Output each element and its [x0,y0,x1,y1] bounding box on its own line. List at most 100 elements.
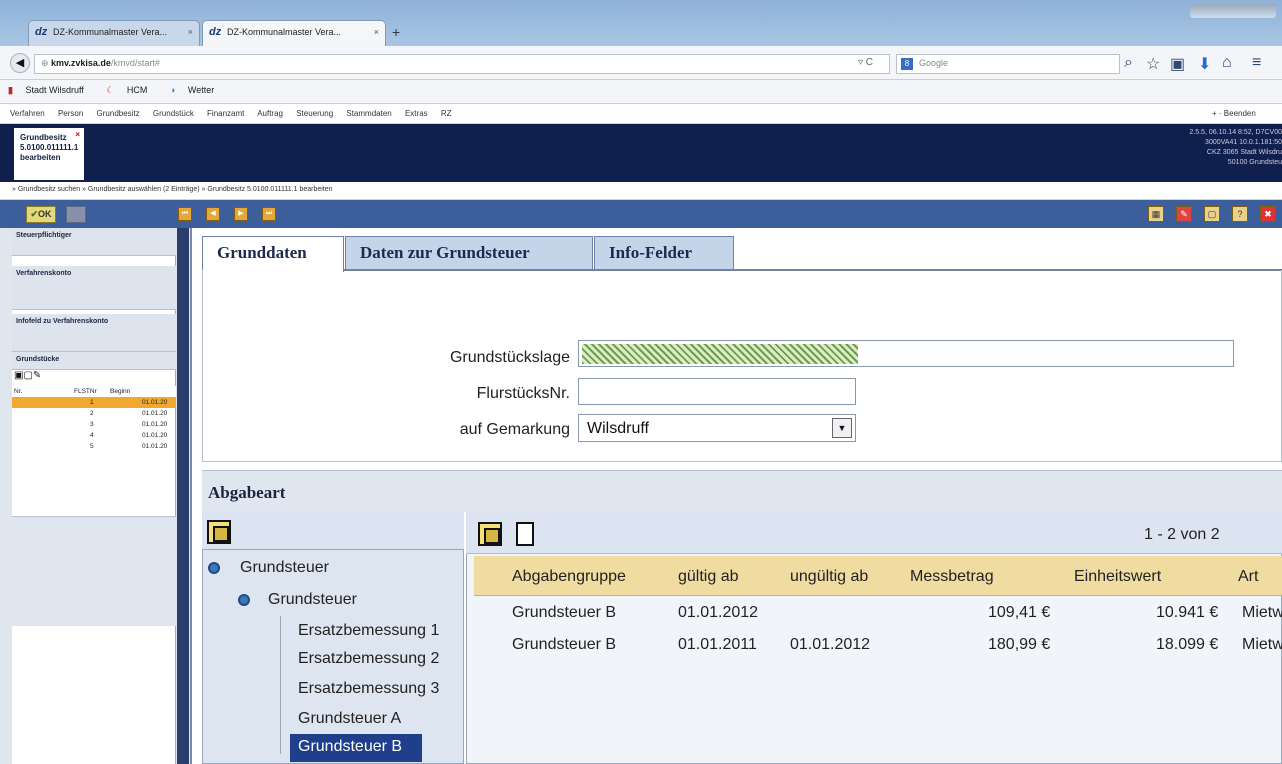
column-header-gueltig-ab[interactable]: gültig ab [678,568,739,586]
section-verfahrenskonto[interactable]: Verfahrenskonto [12,266,176,310]
url-domain: kmv.zvkisa.de [51,58,111,68]
panel-splitter[interactable] [177,228,189,764]
column-header-messbetrag[interactable]: Messbetrag [910,568,994,586]
menu-steuerung[interactable]: Steuerung [296,109,333,118]
tree-item-ersatzbemessung-1[interactable]: Ersatzbemessung 1 [298,622,439,640]
document-tab[interactable]: × Grundbesitz 5.0100.011111.1 bearbeiten [14,128,84,180]
edit-icon[interactable]: ✎ [1176,206,1192,222]
table-row[interactable]: 1 01.01.20 [12,397,176,408]
column-header-art[interactable]: Art [1238,568,1258,586]
column-header-einheitswert[interactable]: Einheitswert [1074,568,1161,586]
menu-extras[interactable]: Extras [405,109,428,118]
new-document-icon[interactable] [516,522,534,546]
star-icon[interactable]: ☆ [1146,54,1160,74]
document-icon[interactable]: ▢ [1204,206,1220,222]
table-icon[interactable]: ▦ [1148,206,1164,222]
document-tab-line2: 5.0100.011111.1 [20,143,79,152]
tree-item-grundsteuer-a[interactable]: Grundsteuer A [298,710,401,728]
bookmark-stadt-wilsdruff[interactable]: ▮ Stadt Wilsdruff [8,85,94,95]
folder-icon[interactable] [207,520,231,544]
menu-grundbesitz[interactable]: Grundbesitz [97,109,140,118]
pager-info: 1 - 2 von 2 [1144,526,1220,543]
table-row[interactable]: 3 01.01.20 [12,419,176,430]
browser-tab-2[interactable]: dz DZ-Kommunalmaster Vera... × [202,20,386,46]
close-tab-1-icon[interactable]: × [188,27,193,37]
tree-label[interactable]: Grundsteuer [268,591,357,609]
browser-tab-1[interactable]: dz DZ-Kommunalmaster Vera... × [28,20,200,46]
menu-person[interactable]: Person [58,109,83,118]
ok-button[interactable]: ✔OK [26,206,56,223]
previous-record-icon[interactable]: ◀ [206,207,220,221]
search-icon[interactable]: ⌕ [1124,54,1133,72]
next-record-icon[interactable]: ▶ [234,207,248,221]
reload-icon[interactable]: ▿ C [858,57,873,68]
home-icon[interactable]: ⌂ [1222,54,1232,72]
cell-beginn: 01.01.20 [142,410,168,417]
grundstueckslage-input[interactable] [578,340,1234,367]
menu-stammdaten[interactable]: Stammdaten [346,109,391,118]
tree-node-grundsteuer-sub[interactable] [238,594,250,609]
shield-icon: ▮ [8,85,16,95]
close-document-icon[interactable]: × [75,130,80,140]
tab-grunddaten[interactable]: Grunddaten [202,236,344,272]
tree-label[interactable]: Grundsteuer [240,559,329,577]
bookmark-hcm[interactable]: ☾ HCM [106,85,157,95]
chevron-down-icon[interactable]: ▼ [832,418,852,438]
section-infofeld[interactable]: Infofeld zu Verfahrenskonto [12,314,176,352]
menu-verfahren[interactable]: Verfahren [10,109,45,118]
search-placeholder: Google [919,58,949,68]
last-record-icon[interactable]: ⏭ [262,207,276,221]
menu-grundstueck[interactable]: Grundstück [153,109,194,118]
tree-item-grundsteuer-b[interactable]: Grundsteuer B [290,734,422,762]
gemarkung-select[interactable]: Wilsdruff [578,414,856,442]
tree-node-grundsteuer[interactable] [208,562,220,577]
section-steuerpflichtiger[interactable]: Steuerpflichtiger [12,228,176,256]
abgabeart-title: Abgabeart [208,483,286,502]
table-row[interactable]: 4 01.01.20 [12,430,176,441]
menu-beenden[interactable]: + · Beenden [1212,109,1256,118]
column-header-abgabengruppe[interactable]: Abgabengruppe [512,568,626,586]
cell-nr: 2 [90,410,94,417]
cell-gueltig-ab: 01.01.2011 [678,636,757,653]
column-header: Beginn [110,388,131,395]
folder-icon[interactable] [478,522,502,546]
tree-item-ersatzbemessung-3[interactable]: Ersatzbemessung 3 [298,680,439,698]
dz-logo-icon: dz [35,26,48,38]
new-tab-button[interactable]: + [392,24,400,40]
menu-rz[interactable]: RZ [441,109,452,118]
table-row[interactable]: 5 01.01.20 [12,441,176,452]
browser-tab-1-label: DZ-Kommunalmaster Vera... [53,27,168,37]
flurstuecksnr-input[interactable] [578,378,856,405]
cell-abgabengruppe: Grundsteuer B [512,604,617,621]
left-panel: Steuerpflichtiger Verfahrenskonto Infofe… [12,228,176,764]
tab-info-felder[interactable]: Info-Felder [594,236,734,270]
section-grundstuecke[interactable]: Grundstücke [12,352,176,370]
clipboard-icon[interactable]: ▣ [1170,54,1185,74]
cell-nr: 5 [90,443,94,450]
window-controls[interactable] [1190,4,1276,18]
url-bar[interactable]: ⊕ kmv.zvkisa.de/kmvd/start# [34,54,890,74]
table-row[interactable]: 2 01.01.20 [12,408,176,419]
close-tab-2-icon[interactable]: × [374,27,379,37]
download-icon[interactable]: ⬇ [1198,54,1211,74]
cancel-button[interactable] [66,206,86,223]
search-box[interactable]: 8 Google [896,54,1120,74]
menu-icon[interactable]: ≡ [1252,54,1261,72]
document-tab-line3: bearbeiten [20,153,61,162]
back-arrow-icon[interactable]: ◀ [10,53,30,73]
breadcrumb[interactable]: » Grundbesitz suchen » Grundbesitz auswä… [0,182,1282,200]
close-icon[interactable]: ✖ [1260,206,1276,222]
grid-header: Nr. FLSTNr Beginn [12,386,176,397]
help-icon[interactable]: ? [1232,206,1248,222]
column-header-ungueltig-ab[interactable]: ungültig ab [790,568,868,586]
menu-finanzamt[interactable]: Finanzamt [207,109,244,118]
session-info-line: 50100 Grundsteu [1227,159,1282,166]
menu-auftrag[interactable]: Auftrag [257,109,283,118]
bookmark-wetter[interactable]: ◑ Wetter [170,85,224,95]
tab-daten-zur-grundsteuer[interactable]: Daten zur Grundsteuer [345,236,593,270]
cell-nr: 1 [90,399,94,406]
left-panel-empty-area [12,516,176,626]
first-record-icon[interactable]: ⏮ [178,207,192,221]
tree-item-ersatzbemessung-2[interactable]: Ersatzbemessung 2 [298,650,439,668]
cell-art: Mietw [1242,604,1282,621]
